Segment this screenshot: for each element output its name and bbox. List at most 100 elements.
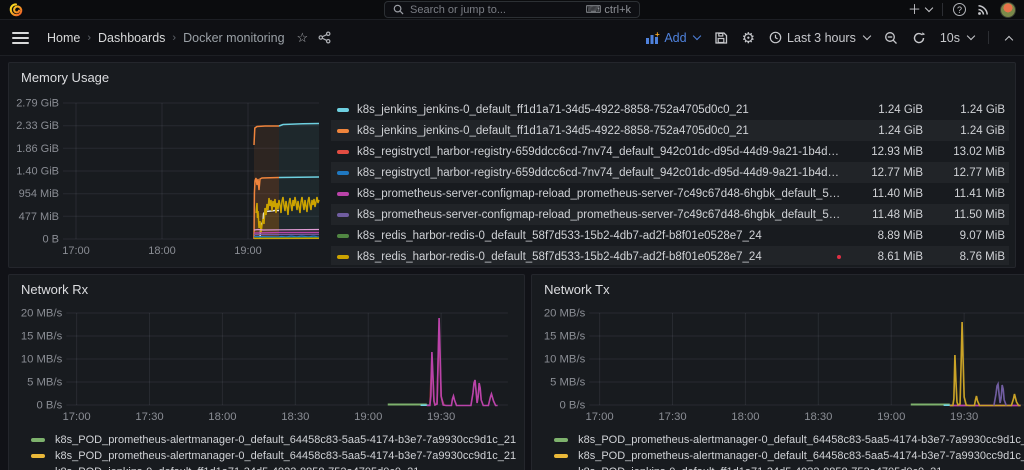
x-tick: 19:00 xyxy=(877,411,905,423)
grafana-logo[interactable] xyxy=(8,2,24,18)
series-avg-value: 12.93 MiB xyxy=(871,145,923,158)
series-current-value: 8.76 MiB xyxy=(959,250,1005,263)
news-rss-icon[interactable] xyxy=(976,3,990,17)
x-tick: 17:30 xyxy=(659,411,687,423)
series-color-chip xyxy=(337,233,349,238)
legend-row[interactable]: k8s_jenkins_jenkins-0_default_ff1d1a71-3… xyxy=(331,120,1009,141)
settings-gear-icon[interactable]: ⚙ xyxy=(742,29,755,47)
rx-legend: k8s_POD_prometheus-alertmanager-0_defaul… xyxy=(15,432,516,470)
legend-row[interactable]: k8s_POD_jenkins-0_default_ff1d1a71-34d5-… xyxy=(15,464,516,470)
breadcrumb-separator: › xyxy=(172,31,177,44)
clock-icon xyxy=(769,31,782,44)
y-tick: 10 MB/s xyxy=(21,354,63,366)
legend-row[interactable]: k8s_POD_prometheus-alertmanager-0_defaul… xyxy=(15,432,516,448)
panel-title[interactable]: Network Rx xyxy=(21,282,88,297)
breadcrumb: Home › Dashboards › Docker monitoring xyxy=(47,31,285,45)
series-name[interactable]: k8s_POD_prometheus-alertmanager-0_defaul… xyxy=(578,450,1024,462)
series-current-value: 1.24 GiB xyxy=(960,103,1005,116)
grid-lines xyxy=(589,312,1024,406)
x-tick: 17:00 xyxy=(586,411,614,423)
tx-legend: k8s_POD_prometheus-alertmanager-0_defaul… xyxy=(538,432,1024,470)
y-tick: 954 MiB xyxy=(19,188,59,200)
series-name[interactable]: k8s_POD_prometheus-alertmanager-0_defaul… xyxy=(55,450,516,462)
help-icon[interactable]: ? xyxy=(953,3,966,16)
refresh-icon[interactable] xyxy=(912,31,926,45)
legend-row[interactable]: k8s_POD_prometheus-alertmanager-0_defaul… xyxy=(538,448,1024,464)
series-name[interactable]: k8s_prometheus-server-configmap-reload_p… xyxy=(357,188,841,200)
y-tick: 15 MB/s xyxy=(544,331,586,343)
series-current-value: 9.07 MiB xyxy=(959,229,1005,242)
divider xyxy=(988,31,989,44)
legend-row[interactable]: k8s_prometheus-server-configmap-reload_p… xyxy=(331,183,1009,204)
legend-row[interactable]: k8s_POD_prometheus-alertmanager-0_defaul… xyxy=(15,448,516,464)
series-name[interactable]: k8s_registryctl_harbor-registry-659ddcc6… xyxy=(357,146,841,158)
series-name[interactable]: k8s_registryctl_harbor-registry-659ddcc6… xyxy=(357,167,841,179)
panel-title[interactable]: Memory Usage xyxy=(21,70,109,85)
legend-row[interactable]: k8s_redis_harbor-redis-0_default_58f7d53… xyxy=(331,225,1009,246)
favorite-star-icon[interactable]: ☆ xyxy=(297,30,309,46)
x-tick: 19:00 xyxy=(354,411,382,423)
legend-row[interactable]: k8s_redis_harbor-redis-0_default_58f7d53… xyxy=(331,246,1009,265)
new-menu-button[interactable]: ＋ xyxy=(908,3,934,16)
add-panel-button[interactable]: + Add xyxy=(646,31,701,45)
series-color-chip xyxy=(31,454,45,458)
share-icon[interactable] xyxy=(318,31,331,44)
add-chart-icon: + xyxy=(646,32,660,44)
save-icon[interactable] xyxy=(714,31,728,45)
series-name[interactable]: k8s_POD_jenkins-0_default_ff1d1a71-34d5-… xyxy=(578,466,942,470)
series-name[interactable]: k8s_POD_jenkins-0_default_ff1d1a71-34d5-… xyxy=(55,466,419,470)
time-range-picker[interactable]: Last 3 hours xyxy=(769,31,872,45)
legend-row[interactable]: k8s_prometheus-server-configmap-reload_p… xyxy=(331,204,1009,225)
series-avg-value: 8.61 MiB xyxy=(877,250,923,263)
y-tick: 5 MB/s xyxy=(27,377,63,389)
series-current-value: 1.24 GiB xyxy=(960,124,1005,137)
y-tick: 20 MB/s xyxy=(21,308,63,320)
breadcrumb-home[interactable]: Home xyxy=(47,31,80,45)
memory-series-cyan-mid xyxy=(278,176,320,179)
search-shortcut: ctrl+k xyxy=(604,3,631,16)
legend-row[interactable]: k8s_POD_jenkins-0_default_ff1d1a71-34d5-… xyxy=(538,464,1024,470)
menu-toggle-icon[interactable] xyxy=(12,31,29,44)
series-avg-value: 12.77 MiB xyxy=(871,166,923,179)
user-avatar[interactable] xyxy=(1000,1,1016,18)
memory-legend-table: k8s_jenkins_jenkins-0_default_ff1d1a71-3… xyxy=(331,93,1009,265)
series-avg-value: 1.24 GiB xyxy=(878,103,923,116)
legend-row[interactable]: k8s_jenkins_jenkins-0_default_ff1d1a71-3… xyxy=(331,99,1009,120)
series-color-chip xyxy=(554,438,569,442)
dashboard-toolbar: Home › Dashboards › Docker monitoring ☆ … xyxy=(0,20,1024,56)
breadcrumb-dashboards[interactable]: Dashboards xyxy=(98,31,165,45)
network-tx-chart[interactable]: 20 MB/s 15 MB/s 10 MB/s 5 MB/s 0 B/s 17:… xyxy=(538,301,1024,425)
series-name[interactable]: k8s_jenkins_jenkins-0_default_ff1d1a71-3… xyxy=(357,104,841,116)
y-tick: 1.40 GiB xyxy=(16,166,59,178)
legend-row[interactable]: k8s_registryctl_harbor-registry-659ddcc6… xyxy=(331,141,1009,162)
network-rx-chart[interactable]: 20 MB/s 15 MB/s 10 MB/s 5 MB/s 0 B/s 17:… xyxy=(15,301,516,425)
legend-row[interactable]: k8s_registryctl_harbor-registry-659ddcc6… xyxy=(331,162,1009,183)
series-name[interactable]: k8s_jenkins_jenkins-0_default_ff1d1a71-3… xyxy=(357,125,841,137)
series-color-chip xyxy=(337,212,349,217)
panel-memory-usage: Memory Usage 2.79 GiB 2.33 GiB 1.86 GiB … xyxy=(8,62,1016,268)
kiosk-caret-up-icon[interactable] xyxy=(1004,35,1014,44)
y-tick: 2.79 GiB xyxy=(16,98,59,110)
memory-usage-chart[interactable]: 2.79 GiB 2.33 GiB 1.86 GiB 1.40 GiB 954 … xyxy=(13,93,325,265)
x-tick: 18:00 xyxy=(731,411,759,423)
series-name[interactable]: k8s_POD_prometheus-alertmanager-0_defaul… xyxy=(55,434,516,446)
series-color-chip xyxy=(31,438,45,442)
series-color-chip xyxy=(554,454,569,458)
panel-title[interactable]: Network Tx xyxy=(544,282,610,297)
series-name[interactable]: k8s_prometheus-server-configmap-reload_p… xyxy=(357,209,841,221)
series-color-chip xyxy=(337,128,349,133)
search-input[interactable]: Search or jump to... ⌨ ctrl+k xyxy=(384,1,640,18)
zoom-out-icon[interactable] xyxy=(884,31,898,45)
series-color-chip xyxy=(337,254,349,259)
breadcrumb-separator: › xyxy=(87,31,92,44)
series-name[interactable]: k8s_POD_prometheus-alertmanager-0_defaul… xyxy=(578,434,1024,446)
y-tick: 0 B xyxy=(42,234,59,246)
series-color-chip xyxy=(337,149,349,154)
legend-row[interactable]: k8s_POD_prometheus-alertmanager-0_defaul… xyxy=(538,432,1024,448)
series-avg-value: 1.24 GiB xyxy=(878,124,923,137)
series-name[interactable]: k8s_redis_harbor-redis-0_default_58f7d53… xyxy=(357,230,841,242)
x-tick: 17:00 xyxy=(62,245,90,257)
refresh-interval-picker[interactable]: 10s xyxy=(939,30,976,45)
refresh-interval-label: 10s xyxy=(939,30,960,45)
series-name[interactable]: k8s_redis_harbor-redis-0_default_58f7d53… xyxy=(357,251,827,263)
